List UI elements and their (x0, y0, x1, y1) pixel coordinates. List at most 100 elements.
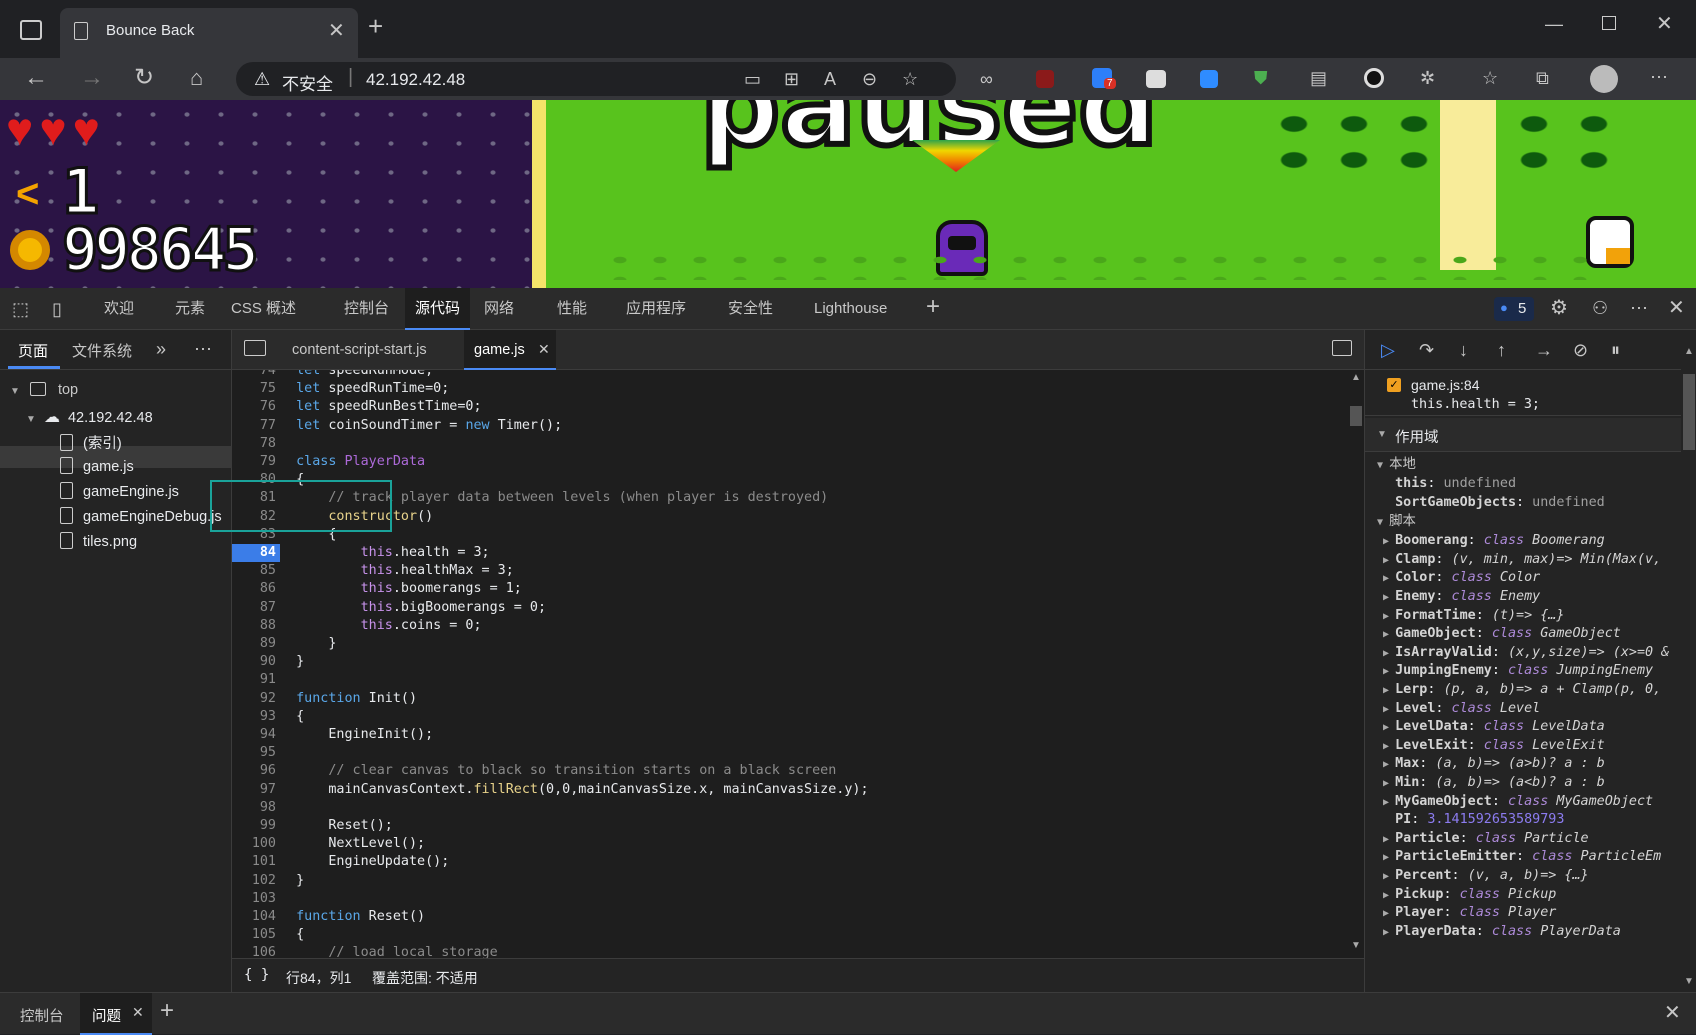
line-number[interactable]: 90 (232, 653, 280, 671)
code-line[interactable]: 89 } (232, 635, 1332, 653)
code-line[interactable]: 93 { (232, 708, 1332, 726)
scope-entry[interactable]: ▶ Min: (a, b)=> (a<b)? a : b (1365, 773, 1681, 793)
file-gameengine-js[interactable]: gameEngine.js (60, 482, 179, 500)
step-into-icon[interactable]: ↓ (1459, 340, 1468, 360)
devtools-tab-8[interactable]: 安全性 (728, 288, 773, 330)
ublock-icon[interactable] (1036, 70, 1054, 88)
code-line[interactable]: 102 } (232, 872, 1332, 890)
more-icon[interactable]: ⋯ (1650, 67, 1668, 87)
scope-entry[interactable]: ▶ IsArrayValid: (x,y,size)=> (x>=0 & (1365, 643, 1681, 663)
editor-tab-game-js[interactable]: game.js ✕ (464, 330, 556, 370)
forward-icon[interactable]: → (80, 66, 104, 90)
line-number[interactable]: 103 (232, 890, 280, 908)
code-line[interactable]: 99 Reset(); (232, 817, 1332, 835)
step-icon[interactable]: → (1535, 340, 1553, 360)
device-emulation-icon[interactable]: ▯ (52, 299, 62, 319)
scroll-down-icon[interactable]: ▼ (1684, 976, 1694, 987)
breakpoint-entry[interactable]: ✓ game.js:84 this.health = 3; (1365, 370, 1681, 416)
code-line[interactable]: 100 NextLevel(); (232, 835, 1332, 853)
scroll-thumb[interactable] (1350, 406, 1362, 426)
line-number[interactable]: 87 (232, 599, 280, 617)
scope-entry[interactable]: ▶ Color: class Color (1365, 568, 1681, 588)
tree-host[interactable]: ▼ ☁ 42.192.42.48 (26, 407, 153, 427)
sidebar-scrollbar[interactable]: ▲ ▼ (1681, 340, 1696, 992)
scope-entry[interactable]: ▶ Level: class Level (1365, 699, 1681, 719)
devtools-tab-2[interactable]: CSS 概述 (231, 288, 296, 330)
scroll-thumb[interactable] (1683, 374, 1695, 450)
code-line[interactable]: 84 this.health = 3; (232, 544, 1332, 562)
code-line[interactable]: 98 (232, 799, 1332, 817)
code-line[interactable]: 83 { (232, 526, 1332, 544)
address-bar[interactable]: ⚠ 不安全 | 42.192.42.48 ▭ ⊞ A ⊖ ☆ (236, 62, 956, 96)
scope-entry[interactable]: ▶ ParticleEmitter: class ParticleEm (1365, 847, 1681, 867)
line-number[interactable]: 76 (232, 398, 280, 416)
editor-scrollbar[interactable]: ▲ ▼ (1348, 370, 1364, 958)
game-canvas[interactable]: ♥♥♥ < 1 998645 paused (0, 100, 1696, 288)
file-index[interactable]: (索引) (60, 432, 122, 453)
line-number[interactable]: 77 (232, 417, 280, 435)
minimize-icon[interactable]: — (1545, 14, 1563, 34)
drawer-tab-console[interactable]: 控制台 (20, 1005, 64, 1026)
code-line[interactable]: 80 { (232, 471, 1332, 489)
tab-page[interactable]: 页面 (18, 340, 48, 361)
scope-entry[interactable]: ▶ Boomerang: class Boomerang (1365, 531, 1681, 551)
profile-avatar[interactable] (1590, 65, 1618, 93)
scope-entry[interactable]: ▶ PlayerData: class PlayerData (1365, 922, 1681, 942)
code-line[interactable]: 94 EngineInit(); (232, 726, 1332, 744)
pause-on-exceptions-icon[interactable]: ⏸ (1611, 340, 1620, 360)
line-number[interactable]: 91 (232, 671, 280, 689)
scope-entry[interactable]: ▶ FormatTime: (t)=> {…} (1365, 606, 1681, 626)
scope-entry[interactable]: ▶ LevelData: class LevelData (1365, 717, 1681, 737)
devtools-tab-9[interactable]: Lighthouse (814, 288, 887, 330)
line-number[interactable]: 79 (232, 453, 280, 471)
favorite-add-icon[interactable]: ☆ (902, 69, 918, 89)
code-line[interactable]: 95 (232, 744, 1332, 762)
scope-entry[interactable]: PI: 3.141592653589793 (1365, 810, 1681, 830)
code-line[interactable]: 85 this.healthMax = 3; (232, 562, 1332, 580)
line-number[interactable]: 75 (232, 380, 280, 398)
breakpoint-checkbox[interactable]: ✓ (1387, 378, 1401, 392)
extension-book-icon[interactable]: ▤ (1310, 68, 1327, 88)
inspect-icon[interactable]: ⬚ (12, 299, 29, 319)
extension-circle-icon[interactable] (1364, 68, 1384, 88)
toggle-debugger-icon[interactable] (1332, 340, 1352, 356)
toggle-navigator-icon[interactable] (244, 340, 266, 356)
editor-tab-content-script[interactable]: content-script-start.js (292, 342, 427, 358)
devtools-tab-5[interactable]: 网络 (484, 288, 514, 330)
code-line[interactable]: 92 function Init() (232, 690, 1332, 708)
extension-blue-icon[interactable] (1200, 70, 1218, 88)
code-line[interactable]: 78 (232, 435, 1332, 453)
line-number[interactable]: 94 (232, 726, 280, 744)
extension-glasses-icon[interactable] (1146, 70, 1166, 88)
read-aloud-icon[interactable]: A (824, 69, 836, 89)
scroll-up-icon[interactable]: ▲ (1351, 372, 1361, 383)
scope-header[interactable]: ▼ 作用域 (1365, 418, 1681, 452)
collections-icon[interactable]: ⧉ (1536, 68, 1549, 88)
code-line[interactable]: 77 let coinSoundTimer = new Timer(); (232, 417, 1332, 435)
code-line[interactable]: 75 let speedRunTime=0; (232, 380, 1332, 398)
file-tiles-png[interactable]: tiles.png (60, 532, 137, 550)
devtools-tab-1[interactable]: 元素 (175, 288, 205, 330)
scope-entry[interactable]: ▶ MyGameObject: class MyGameObject (1365, 792, 1681, 812)
shield-icon[interactable]: ⛊ (1254, 68, 1268, 88)
close-drawer-icon[interactable]: ✕ (1664, 1003, 1681, 1023)
navigator-menu-icon[interactable]: ⋯ (194, 339, 212, 359)
line-number[interactable]: 85 (232, 562, 280, 580)
scope-local[interactable]: ▼ 本地 (1365, 454, 1681, 474)
code-line[interactable]: 96 // clear canvas to black so transitio… (232, 762, 1332, 780)
devtools-tab-6[interactable]: 性能 (557, 288, 587, 330)
devtools-tab-4[interactable]: 源代码 (405, 288, 471, 330)
step-out-icon[interactable]: ↑ (1497, 340, 1506, 360)
more-tools-icon[interactable]: ⋯ (1630, 298, 1648, 318)
scope-entry[interactable]: ▶ Max: (a, b)=> (a>b)? a : b (1365, 754, 1681, 774)
code-line[interactable]: 82 constructor() (232, 508, 1332, 526)
line-number[interactable]: 105 (232, 926, 280, 944)
issues-badge[interactable]: ● 5 (1494, 297, 1534, 321)
code-line[interactable]: 79 class PlayerData (232, 453, 1332, 471)
devtools-tab-3[interactable]: 控制台 (344, 288, 389, 330)
scope-script[interactable]: ▼ 脚本 (1365, 511, 1681, 531)
code-line[interactable]: 87 this.bigBoomerangs = 0; (232, 599, 1332, 617)
favorites-icon[interactable]: ☆ (1482, 68, 1498, 88)
extension-infinity-icon[interactable]: ∞ (980, 69, 993, 89)
scope-entry[interactable]: SortGameObjects: undefined (1365, 493, 1681, 513)
